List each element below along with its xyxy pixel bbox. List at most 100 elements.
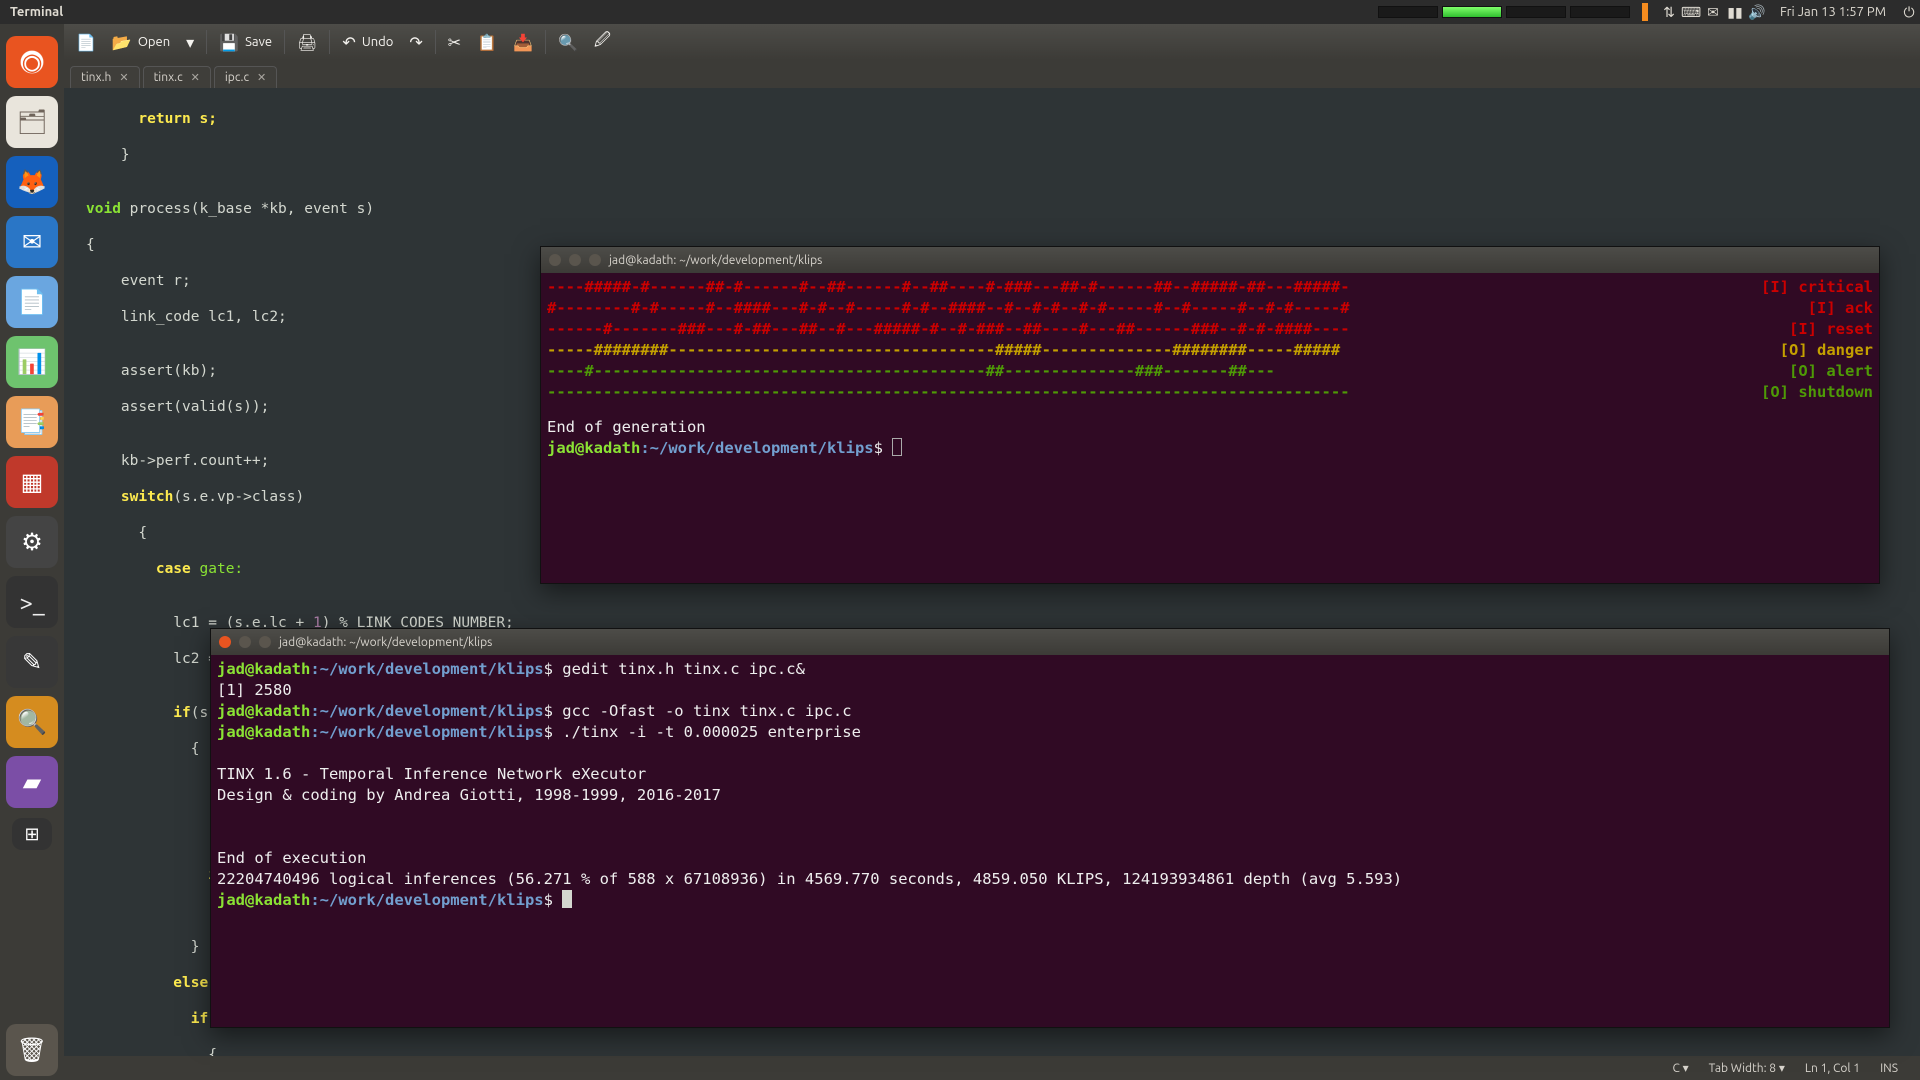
save-button[interactable]: 💾Save (211, 29, 280, 56)
sync-icon[interactable]: ⇅ (1658, 4, 1680, 21)
open-dropdown[interactable]: ▾ (178, 29, 202, 56)
copy-icon: 📋 (477, 33, 497, 52)
close-icon[interactable]: ✕ (191, 71, 200, 84)
terminal1-tag: [I] critical (1761, 277, 1873, 298)
maximize-icon[interactable] (589, 254, 601, 266)
terminal1-tag: [O] shutdown (1761, 382, 1873, 403)
close-icon[interactable] (549, 254, 561, 266)
terminal2-titlebar[interactable]: jad@kadath: ~/work/development/klips (211, 629, 1889, 655)
terminal-window-1[interactable]: jad@kadath: ~/work/development/klips ---… (540, 246, 1880, 584)
power-icon[interactable]: ⏻ (1898, 4, 1920, 21)
terminal2-stats: 22204740496 logical inferences (56.271 %… (217, 869, 1883, 890)
terminal1-hashline: ------#-------###---#-##---##--#---#####… (547, 320, 1350, 338)
terminal1-tag: [I] ack (1808, 298, 1873, 319)
top-panel: Terminal ⇅ ⌨ ✉ ▮▮ 🔊 Fri Jan 13 1:57 PM ⏻ (0, 0, 1920, 24)
tab-tinx-h[interactable]: tinx.h ✕ (70, 66, 140, 88)
undo-label: Undo (362, 35, 394, 49)
terminal2-cmd3: ./tinx -i -t 0.000025 enterprise (562, 723, 861, 741)
find-button[interactable]: 🔍 (550, 29, 586, 56)
cut-icon: ✂ (448, 33, 461, 52)
clock-label[interactable]: Fri Jan 13 1:57 PM (1768, 5, 1898, 19)
cut-button[interactable]: ✂ (440, 29, 469, 56)
find-icon: 🔍 (558, 33, 578, 52)
trash-icon[interactable]: 🗑 (6, 1024, 58, 1076)
terminal2-banner2: Design & coding by Andrea Giotti, 1998-1… (217, 785, 1883, 806)
cursor-outline (892, 438, 902, 456)
prompt-user: jad@kadath (217, 891, 310, 909)
prompt-sym: $ (544, 660, 563, 678)
tab-tinx-c[interactable]: tinx.c ✕ (143, 66, 211, 88)
replace-button[interactable]: 🖉 (586, 25, 619, 60)
tab-ipc-c[interactable]: ipc.c ✕ (214, 66, 277, 88)
volume-icon[interactable]: 🔊 (1746, 4, 1768, 21)
writer-icon[interactable]: 📄 (6, 276, 58, 328)
redo-icon: ↷ (409, 33, 422, 52)
minimize-icon[interactable] (569, 254, 581, 266)
tab-label: tinx.c (154, 71, 183, 84)
prompt-user: jad@kadath (547, 439, 640, 457)
new-button[interactable]: 📄 (68, 29, 104, 56)
terminal1-hashline: ----#-----------------------------------… (547, 362, 1275, 380)
keyboard-icon[interactable]: ⌨ (1680, 4, 1702, 21)
maximize-icon[interactable] (259, 636, 271, 648)
terminal1-hashline: #--------#-#-----#--####---#-#--#-----#-… (547, 299, 1350, 317)
close-icon[interactable]: ✕ (119, 71, 128, 84)
dash-icon[interactable]: ◉ (6, 36, 58, 88)
terminal2-body[interactable]: jad@kadath:~/work/development/klips$ ged… (211, 655, 1889, 1027)
terminal1-end: End of generation (547, 417, 1873, 438)
firefox-icon[interactable]: 🦊 (6, 156, 58, 208)
search-icon[interactable]: 🔍 (6, 696, 58, 748)
indicator-graph-3 (1506, 6, 1566, 18)
terminal1-tag: [O] danger (1780, 340, 1873, 361)
prompt-user: jad@kadath (217, 660, 310, 678)
redo-button[interactable]: ↷ (401, 29, 430, 56)
terminal1-titlebar[interactable]: jad@kadath: ~/work/development/klips (541, 247, 1879, 273)
lang-selector[interactable]: C ▾ (1662, 1061, 1698, 1075)
thunderbird-icon[interactable]: ✉ (6, 216, 58, 268)
terminal2-endexec: End of execution (217, 848, 1883, 869)
tab-label: tinx.h (81, 71, 111, 84)
indicator-graph-2 (1442, 6, 1502, 18)
undo-icon: ↶ (342, 33, 355, 52)
close-icon[interactable] (219, 636, 231, 648)
terminal-icon[interactable]: >_ (6, 576, 58, 628)
workspace-icon[interactable]: ⊞ (12, 818, 52, 850)
prompt-user: jad@kadath (217, 702, 310, 720)
open-button[interactable]: 📂Open (104, 29, 178, 56)
battery-icon[interactable]: ▮▮ (1724, 4, 1746, 21)
prompt-sym: $ (544, 723, 563, 741)
terminal1-body[interactable]: ----#####-#------##-#------#--##------#-… (541, 273, 1879, 583)
new-icon: 📄 (76, 33, 96, 52)
tab-label: ipc.c (225, 71, 249, 84)
terminal1-hashline: ----#####-#------##-#------#--##------#-… (547, 278, 1350, 296)
close-icon[interactable]: ✕ (257, 71, 266, 84)
insert-mode: INS (1870, 1062, 1908, 1075)
impress-icon[interactable]: 📑 (6, 396, 58, 448)
cursor-position: Ln 1, Col 1 (1795, 1062, 1870, 1075)
minimize-icon[interactable] (239, 636, 251, 648)
tabwidth-selector[interactable]: Tab Width: 8 ▾ (1699, 1061, 1795, 1075)
editor-tabbar: tinx.h ✕ tinx.c ✕ ipc.c ✕ (64, 60, 1920, 88)
prompt-path: :~/work/development/klips (310, 723, 543, 741)
print-button[interactable]: 🖨 (289, 29, 325, 56)
copy-button[interactable]: 📋 (469, 29, 505, 56)
calc-icon[interactable]: 📊 (6, 336, 58, 388)
prompt-path: :~/work/development/klips (640, 439, 873, 457)
launcher: ◉ 🗂 🦊 ✉ 📄 📊 📑 ▦ ⚙ >_ ✎ 🔍 ▰ ⊞ 🗑 (0, 24, 64, 1080)
app-red-icon[interactable]: ▦ (6, 456, 58, 508)
prompt-user: jad@kadath (217, 723, 310, 741)
terminal1-hashline: -----########---------------------------… (547, 341, 1340, 359)
prompt-sym: $ (544, 702, 563, 720)
mail-icon[interactable]: ✉ (1702, 4, 1724, 21)
software-icon[interactable]: ⚙ (6, 516, 58, 568)
terminal-window-2[interactable]: jad@kadath: ~/work/development/klips jad… (210, 628, 1890, 1028)
terminal2-job: [1] 2580 (217, 680, 1883, 701)
prompt-path: :~/work/development/klips (310, 702, 543, 720)
text-editor-icon[interactable]: ✎ (6, 636, 58, 688)
save-label: Save (245, 35, 272, 49)
terminal2-title: jad@kadath: ~/work/development/klips (279, 632, 492, 653)
undo-button[interactable]: ↶ Undo (334, 29, 401, 56)
app-purple-icon[interactable]: ▰ (6, 756, 58, 808)
paste-button[interactable]: 📥 (505, 29, 541, 56)
files-icon[interactable]: 🗂 (6, 96, 58, 148)
